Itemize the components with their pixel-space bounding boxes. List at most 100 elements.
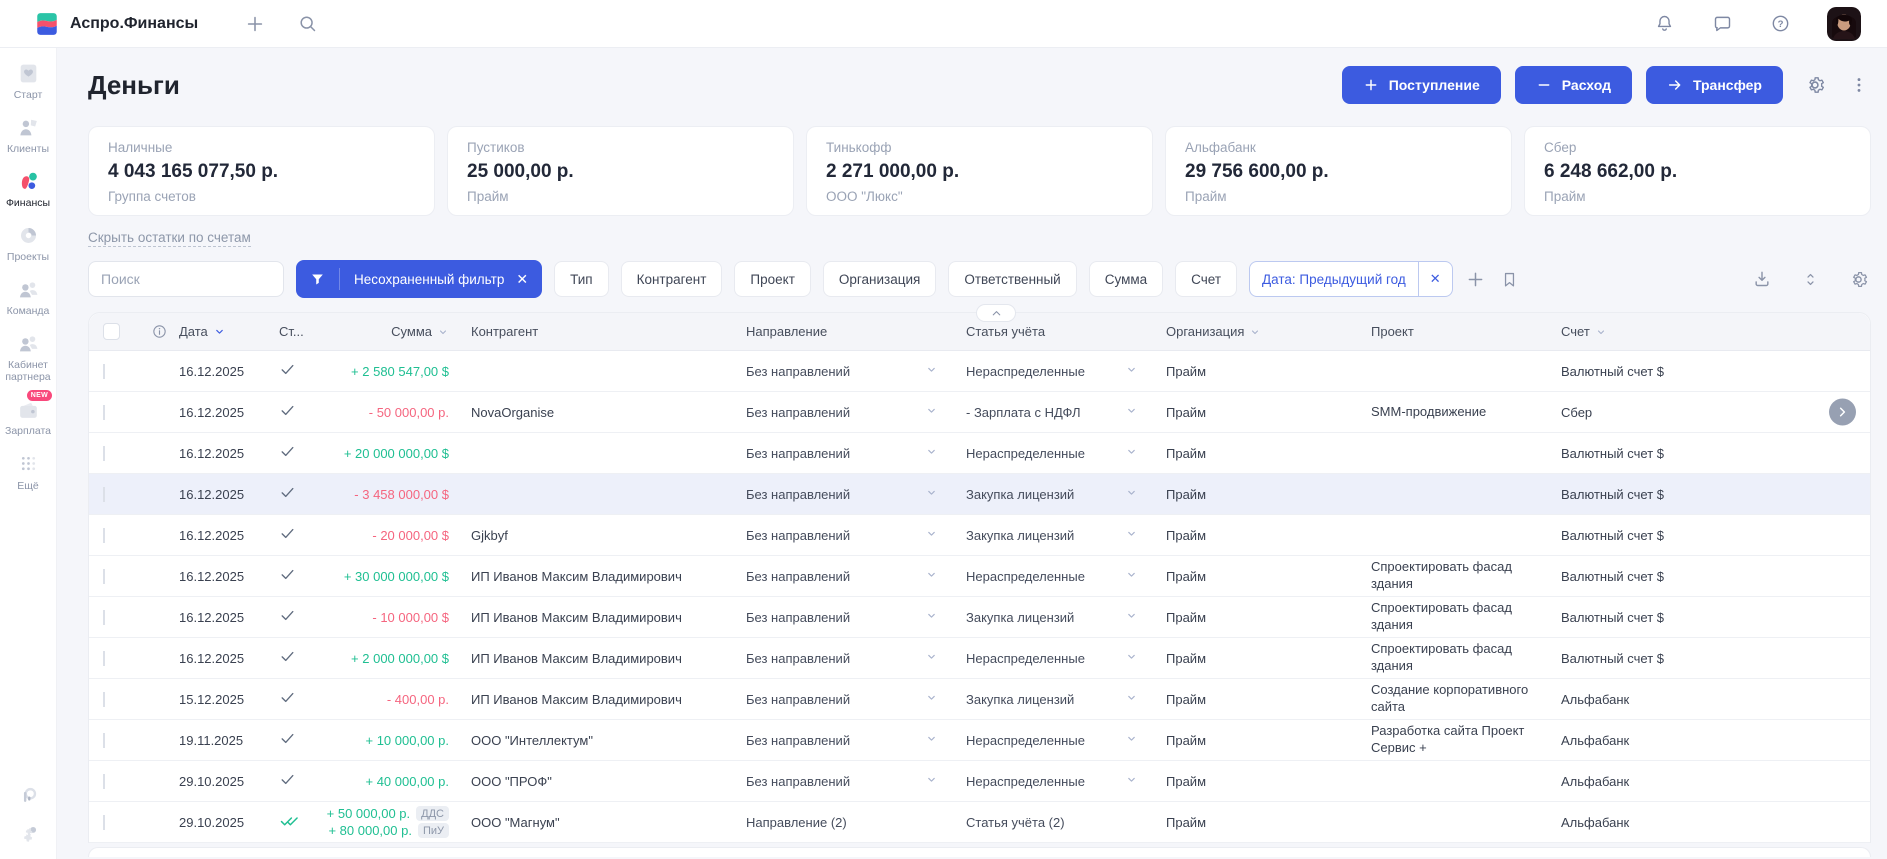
- kebab-menu-icon[interactable]: [1847, 73, 1871, 97]
- chevron-down-icon[interactable]: [1125, 568, 1138, 584]
- column-header-article[interactable]: Статья учёта: [956, 324, 1156, 339]
- income-button[interactable]: Поступление: [1342, 66, 1501, 104]
- row-article-dropdown[interactable]: Закупка лицензий: [956, 527, 1156, 543]
- chevron-down-icon[interactable]: [925, 445, 938, 461]
- table-row[interactable]: 15.12.2025- 400,00 р.ИП Иванов Максим Вл…: [89, 679, 1870, 720]
- chevron-down-icon[interactable]: [925, 650, 938, 666]
- partner-program-icon[interactable]: [18, 785, 40, 807]
- expense-button[interactable]: Расход: [1515, 66, 1632, 104]
- chevron-down-icon[interactable]: [1125, 609, 1138, 625]
- row-article-dropdown[interactable]: Нераспределенные: [956, 363, 1156, 379]
- row-article-dropdown[interactable]: Закупка лицензий: [956, 691, 1156, 707]
- chevron-down-icon[interactable]: [1125, 650, 1138, 666]
- row-article-dropdown[interactable]: Нераспределенные: [956, 568, 1156, 584]
- table-row[interactable]: 16.12.2025- 20 000,00 $GjkbyfБез направл…: [89, 515, 1870, 556]
- sidebar-item-finance[interactable]: Финансы: [0, 168, 57, 209]
- chevron-down-icon[interactable]: [925, 609, 938, 625]
- chevron-down-icon[interactable]: [925, 732, 938, 748]
- row-article-dropdown[interactable]: Закупка лицензий: [956, 609, 1156, 625]
- chevron-down-icon[interactable]: [1125, 773, 1138, 789]
- row-checkbox[interactable]: [103, 487, 105, 502]
- column-header-date[interactable]: Дата: [169, 324, 269, 339]
- column-header-direction[interactable]: Направление: [736, 324, 956, 339]
- table-row[interactable]: 16.12.2025+ 30 000 000,00 $ИП Иванов Мак…: [89, 556, 1870, 597]
- table-row[interactable]: 19.11.2025+ 10 000,00 р.ООО "Интеллектум…: [89, 720, 1870, 761]
- chevron-down-icon[interactable]: [1125, 445, 1138, 461]
- row-direction-dropdown[interactable]: Без направлений: [736, 732, 956, 748]
- unsaved-filter-pill[interactable]: Несохраненный фильтр ✕: [296, 260, 542, 298]
- search-icon[interactable]: [296, 13, 318, 35]
- chevron-down-icon[interactable]: [1125, 404, 1138, 420]
- table-row[interactable]: 16.12.2025+ 2 000 000,00 $ИП Иванов Макс…: [89, 638, 1870, 679]
- column-header-organization[interactable]: Организация: [1156, 324, 1361, 339]
- open-row-arrow-button[interactable]: [1829, 399, 1856, 426]
- chevron-down-icon[interactable]: [1125, 486, 1138, 502]
- row-checkbox[interactable]: [103, 569, 105, 584]
- column-header-project[interactable]: Проект: [1361, 324, 1551, 339]
- row-checkbox[interactable]: [103, 733, 105, 748]
- table-row[interactable]: 16.12.2025- 3 458 000,00 $Без направлени…: [89, 474, 1870, 515]
- chat-icon[interactable]: [1711, 13, 1733, 35]
- row-article-dropdown[interactable]: Закупка лицензий: [956, 486, 1156, 502]
- chevron-down-icon[interactable]: [925, 363, 938, 379]
- filter-chip[interactable]: Сумма: [1089, 261, 1163, 297]
- table-row[interactable]: 16.12.2025+ 20 000 000,00 $Без направлен…: [89, 433, 1870, 474]
- row-direction-dropdown[interactable]: Без направлений: [736, 691, 956, 707]
- sidebar-item-salary[interactable]: NEWЗарплата: [0, 396, 57, 437]
- account-card[interactable]: Наличные4 043 165 077,50 р.Группа счетов: [88, 126, 435, 216]
- filter-chip[interactable]: Счет: [1175, 261, 1237, 297]
- row-direction-dropdown[interactable]: Без направлений: [736, 486, 956, 502]
- filter-chip[interactable]: Ответственный: [948, 261, 1076, 297]
- checkbox[interactable]: [103, 323, 120, 340]
- bookmark-icon[interactable]: [1499, 268, 1521, 290]
- hide-balances-link[interactable]: Скрыть остатки по счетам: [88, 230, 251, 247]
- row-checkbox[interactable]: [103, 405, 105, 420]
- row-checkbox[interactable]: [103, 364, 105, 379]
- chevron-down-icon[interactable]: [925, 404, 938, 420]
- collapse-table-chevron-icon[interactable]: [976, 304, 1016, 322]
- date-filter-close-icon[interactable]: ✕: [1418, 262, 1452, 296]
- row-direction-dropdown[interactable]: Без направлений: [736, 527, 956, 543]
- chevron-down-icon[interactable]: [925, 773, 938, 789]
- row-checkbox[interactable]: [103, 528, 105, 543]
- transfer-button[interactable]: Трансфер: [1646, 66, 1783, 104]
- row-direction-dropdown[interactable]: Без направлений: [736, 404, 956, 420]
- account-card[interactable]: Тинькофф2 271 000,00 р.ООО "Люкс": [806, 126, 1153, 216]
- row-article-dropdown[interactable]: Нераспределенные: [956, 650, 1156, 666]
- row-article-dropdown[interactable]: Нераспределенные: [956, 773, 1156, 789]
- chevron-down-icon[interactable]: [925, 486, 938, 502]
- sidebar-item-start[interactable]: Старт: [0, 60, 57, 101]
- sidebar-item-partner[interactable]: Кабинет партнера: [0, 330, 57, 383]
- row-article-dropdown[interactable]: Нераспределенные: [956, 732, 1156, 748]
- chevron-down-icon[interactable]: [925, 691, 938, 707]
- chevron-down-icon[interactable]: [1125, 363, 1138, 379]
- table-row[interactable]: 16.12.2025+ 2 580 547,00 $Без направлени…: [89, 351, 1870, 392]
- account-card[interactable]: Альфабанк29 756 600,00 р.Прайм: [1165, 126, 1512, 216]
- row-direction-dropdown[interactable]: Без направлений: [736, 568, 956, 584]
- add-filter-plus-icon[interactable]: [1465, 268, 1487, 290]
- filter-chip[interactable]: Тип: [554, 261, 609, 297]
- row-direction-dropdown[interactable]: Без направлений: [736, 650, 956, 666]
- table-row[interactable]: 16.12.2025- 10 000,00 $ИП Иванов Максим …: [89, 597, 1870, 638]
- table-settings-gear-icon[interactable]: [1847, 268, 1869, 290]
- table-row[interactable]: 16.12.2025- 50 000,00 р.NovaOrganiseБез …: [89, 392, 1870, 433]
- sidebar-item-clients[interactable]: Клиенты: [0, 114, 57, 155]
- settings-gear-icon[interactable]: [18, 823, 40, 845]
- row-direction-dropdown[interactable]: Без направлений: [736, 363, 956, 379]
- row-checkbox[interactable]: [103, 446, 105, 461]
- table-row[interactable]: 29.10.2025+ 40 000,00 р.ООО "ПРОФ"Без на…: [89, 761, 1870, 802]
- chevron-down-icon[interactable]: [925, 568, 938, 584]
- filter-chip[interactable]: Проект: [734, 261, 810, 297]
- info-icon[interactable]: [141, 323, 169, 340]
- sidebar-item-projects[interactable]: Проекты: [0, 222, 57, 263]
- create-plus-icon[interactable]: [244, 13, 266, 35]
- row-checkbox[interactable]: [103, 692, 105, 707]
- select-all-checkbox[interactable]: [89, 323, 141, 340]
- row-checkbox[interactable]: [103, 815, 105, 830]
- expand-collapse-icon[interactable]: [1799, 268, 1821, 290]
- sidebar-item-team[interactable]: Команда: [0, 276, 57, 317]
- row-article-dropdown[interactable]: - Зарплата с НДФЛ: [956, 404, 1156, 420]
- row-direction-dropdown[interactable]: Без направлений: [736, 773, 956, 789]
- date-filter-chip[interactable]: Дата: Предыдущий год ✕: [1249, 261, 1453, 297]
- page-settings-gear-icon[interactable]: [1803, 73, 1827, 97]
